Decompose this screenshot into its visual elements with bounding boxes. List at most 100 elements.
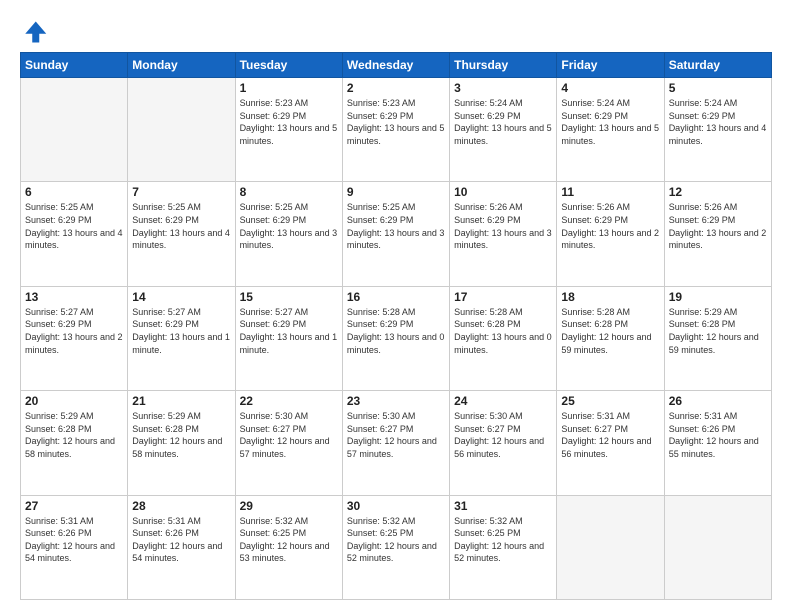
calendar-cell: 28 Sunrise: 5:31 AM Sunset: 6:26 PM Dayli…: [128, 495, 235, 599]
day-info: Sunrise: 5:30 AM Sunset: 6:27 PM Dayligh…: [347, 410, 445, 460]
header: [20, 18, 772, 46]
calendar-cell: 13 Sunrise: 5:27 AM Sunset: 6:29 PM Dayli…: [21, 286, 128, 390]
day-number: 31: [454, 499, 552, 513]
calendar-cell: [664, 495, 771, 599]
calendar-cell: 22 Sunrise: 5:30 AM Sunset: 6:27 PM Dayli…: [235, 391, 342, 495]
day-number: 8: [240, 185, 338, 199]
calendar-cell: 5 Sunrise: 5:24 AM Sunset: 6:29 PM Daylig…: [664, 78, 771, 182]
day-info: Sunrise: 5:31 AM Sunset: 6:26 PM Dayligh…: [132, 515, 230, 565]
day-number: 21: [132, 394, 230, 408]
day-info: Sunrise: 5:27 AM Sunset: 6:29 PM Dayligh…: [25, 306, 123, 356]
calendar-cell: 20 Sunrise: 5:29 AM Sunset: 6:28 PM Dayli…: [21, 391, 128, 495]
calendar-cell: 10Sunrise: 5:26 AM Sunset: 6:29 PM Dayli…: [450, 182, 557, 286]
calendar-cell: 30 Sunrise: 5:32 AM Sunset: 6:25 PM Dayli…: [342, 495, 449, 599]
day-number: 3: [454, 81, 552, 95]
calendar-week-row-2: 6 Sunrise: 5:25 AM Sunset: 6:29 PM Daylig…: [21, 182, 772, 286]
day-number: 29: [240, 499, 338, 513]
day-number: 26: [669, 394, 767, 408]
day-info: Sunrise: 5:31 AM Sunset: 6:26 PM Dayligh…: [25, 515, 123, 565]
day-info: Sunrise: 5:29 AM Sunset: 6:28 PM Dayligh…: [132, 410, 230, 460]
calendar-weekday-friday: Friday: [557, 53, 664, 78]
calendar-week-row-4: 20 Sunrise: 5:29 AM Sunset: 6:28 PM Dayli…: [21, 391, 772, 495]
calendar-cell: [557, 495, 664, 599]
day-info: Sunrise: 5:26 AM Sunset: 6:29 PM Dayligh…: [561, 201, 659, 251]
day-info: Sunrise: 5:28 AM Sunset: 6:29 PM Dayligh…: [347, 306, 445, 356]
day-info: Sunrise: 5:28 AM Sunset: 6:28 PM Dayligh…: [454, 306, 552, 356]
day-info: Sunrise: 5:29 AM Sunset: 6:28 PM Dayligh…: [669, 306, 767, 356]
day-info: Sunrise: 5:30 AM Sunset: 6:27 PM Dayligh…: [240, 410, 338, 460]
calendar-cell: 4 Sunrise: 5:24 AM Sunset: 6:29 PM Daylig…: [557, 78, 664, 182]
calendar-cell: 18Sunrise: 5:28 AM Sunset: 6:28 PM Dayli…: [557, 286, 664, 390]
calendar-cell: 25Sunrise: 5:31 AM Sunset: 6:27 PM Dayli…: [557, 391, 664, 495]
calendar-weekday-tuesday: Tuesday: [235, 53, 342, 78]
calendar-weekday-wednesday: Wednesday: [342, 53, 449, 78]
day-number: 14: [132, 290, 230, 304]
calendar-cell: 17 Sunrise: 5:28 AM Sunset: 6:28 PM Dayli…: [450, 286, 557, 390]
day-info: Sunrise: 5:25 AM Sunset: 6:29 PM Dayligh…: [347, 201, 445, 251]
day-number: 20: [25, 394, 123, 408]
day-number: 11: [561, 185, 659, 199]
day-number: 18: [561, 290, 659, 304]
calendar-cell: 14 Sunrise: 5:27 AM Sunset: 6:29 PM Dayli…: [128, 286, 235, 390]
day-number: 5: [669, 81, 767, 95]
page: SundayMondayTuesdayWednesdayThursdayFrid…: [0, 0, 792, 612]
day-number: 15: [240, 290, 338, 304]
calendar-cell: 12Sunrise: 5:26 AM Sunset: 6:29 PM Dayli…: [664, 182, 771, 286]
day-number: 24: [454, 394, 552, 408]
day-info: Sunrise: 5:24 AM Sunset: 6:29 PM Dayligh…: [561, 97, 659, 147]
calendar-weekday-saturday: Saturday: [664, 53, 771, 78]
day-number: 9: [347, 185, 445, 199]
logo-icon: [20, 18, 48, 46]
day-number: 1: [240, 81, 338, 95]
day-number: 17: [454, 290, 552, 304]
day-info: Sunrise: 5:23 AM Sunset: 6:29 PM Dayligh…: [347, 97, 445, 147]
calendar-cell: 24 Sunrise: 5:30 AM Sunset: 6:27 PM Dayli…: [450, 391, 557, 495]
calendar-cell: 3Sunrise: 5:24 AM Sunset: 6:29 PM Daylig…: [450, 78, 557, 182]
calendar-cell: 16 Sunrise: 5:28 AM Sunset: 6:29 PM Dayli…: [342, 286, 449, 390]
day-info: Sunrise: 5:32 AM Sunset: 6:25 PM Dayligh…: [240, 515, 338, 565]
calendar-cell: 6 Sunrise: 5:25 AM Sunset: 6:29 PM Daylig…: [21, 182, 128, 286]
calendar-cell: 7 Sunrise: 5:25 AM Sunset: 6:29 PM Daylig…: [128, 182, 235, 286]
day-number: 6: [25, 185, 123, 199]
day-number: 2: [347, 81, 445, 95]
calendar-cell: [21, 78, 128, 182]
calendar-cell: 23 Sunrise: 5:30 AM Sunset: 6:27 PM Dayli…: [342, 391, 449, 495]
calendar-cell: 27 Sunrise: 5:31 AM Sunset: 6:26 PM Dayli…: [21, 495, 128, 599]
calendar-cell: 8Sunrise: 5:25 AM Sunset: 6:29 PM Daylig…: [235, 182, 342, 286]
day-number: 16: [347, 290, 445, 304]
calendar-week-row-1: 1 Sunrise: 5:23 AM Sunset: 6:29 PM Daylig…: [21, 78, 772, 182]
day-info: Sunrise: 5:27 AM Sunset: 6:29 PM Dayligh…: [132, 306, 230, 356]
calendar-weekday-thursday: Thursday: [450, 53, 557, 78]
day-info: Sunrise: 5:32 AM Sunset: 6:25 PM Dayligh…: [347, 515, 445, 565]
calendar-table: SundayMondayTuesdayWednesdayThursdayFrid…: [20, 52, 772, 600]
calendar-cell: 2 Sunrise: 5:23 AM Sunset: 6:29 PM Daylig…: [342, 78, 449, 182]
day-number: 23: [347, 394, 445, 408]
calendar-cell: 31Sunrise: 5:32 AM Sunset: 6:25 PM Dayli…: [450, 495, 557, 599]
day-info: Sunrise: 5:25 AM Sunset: 6:29 PM Dayligh…: [25, 201, 123, 251]
day-info: Sunrise: 5:26 AM Sunset: 6:29 PM Dayligh…: [454, 201, 552, 251]
day-info: Sunrise: 5:27 AM Sunset: 6:29 PM Dayligh…: [240, 306, 338, 356]
day-number: 28: [132, 499, 230, 513]
day-number: 4: [561, 81, 659, 95]
calendar-week-row-5: 27 Sunrise: 5:31 AM Sunset: 6:26 PM Dayli…: [21, 495, 772, 599]
day-number: 7: [132, 185, 230, 199]
day-number: 22: [240, 394, 338, 408]
day-info: Sunrise: 5:24 AM Sunset: 6:29 PM Dayligh…: [669, 97, 767, 147]
calendar-cell: 19 Sunrise: 5:29 AM Sunset: 6:28 PM Dayli…: [664, 286, 771, 390]
day-number: 27: [25, 499, 123, 513]
day-info: Sunrise: 5:29 AM Sunset: 6:28 PM Dayligh…: [25, 410, 123, 460]
calendar-cell: 9 Sunrise: 5:25 AM Sunset: 6:29 PM Daylig…: [342, 182, 449, 286]
day-number: 13: [25, 290, 123, 304]
day-info: Sunrise: 5:30 AM Sunset: 6:27 PM Dayligh…: [454, 410, 552, 460]
calendar-weekday-monday: Monday: [128, 53, 235, 78]
calendar-cell: [128, 78, 235, 182]
day-info: Sunrise: 5:31 AM Sunset: 6:27 PM Dayligh…: [561, 410, 659, 460]
day-number: 19: [669, 290, 767, 304]
day-info: Sunrise: 5:26 AM Sunset: 6:29 PM Dayligh…: [669, 201, 767, 251]
day-info: Sunrise: 5:25 AM Sunset: 6:29 PM Dayligh…: [132, 201, 230, 251]
day-info: Sunrise: 5:23 AM Sunset: 6:29 PM Dayligh…: [240, 97, 338, 147]
day-number: 30: [347, 499, 445, 513]
calendar-cell: 26Sunrise: 5:31 AM Sunset: 6:26 PM Dayli…: [664, 391, 771, 495]
calendar-cell: 21 Sunrise: 5:29 AM Sunset: 6:28 PM Dayli…: [128, 391, 235, 495]
calendar-cell: 11 Sunrise: 5:26 AM Sunset: 6:29 PM Dayli…: [557, 182, 664, 286]
